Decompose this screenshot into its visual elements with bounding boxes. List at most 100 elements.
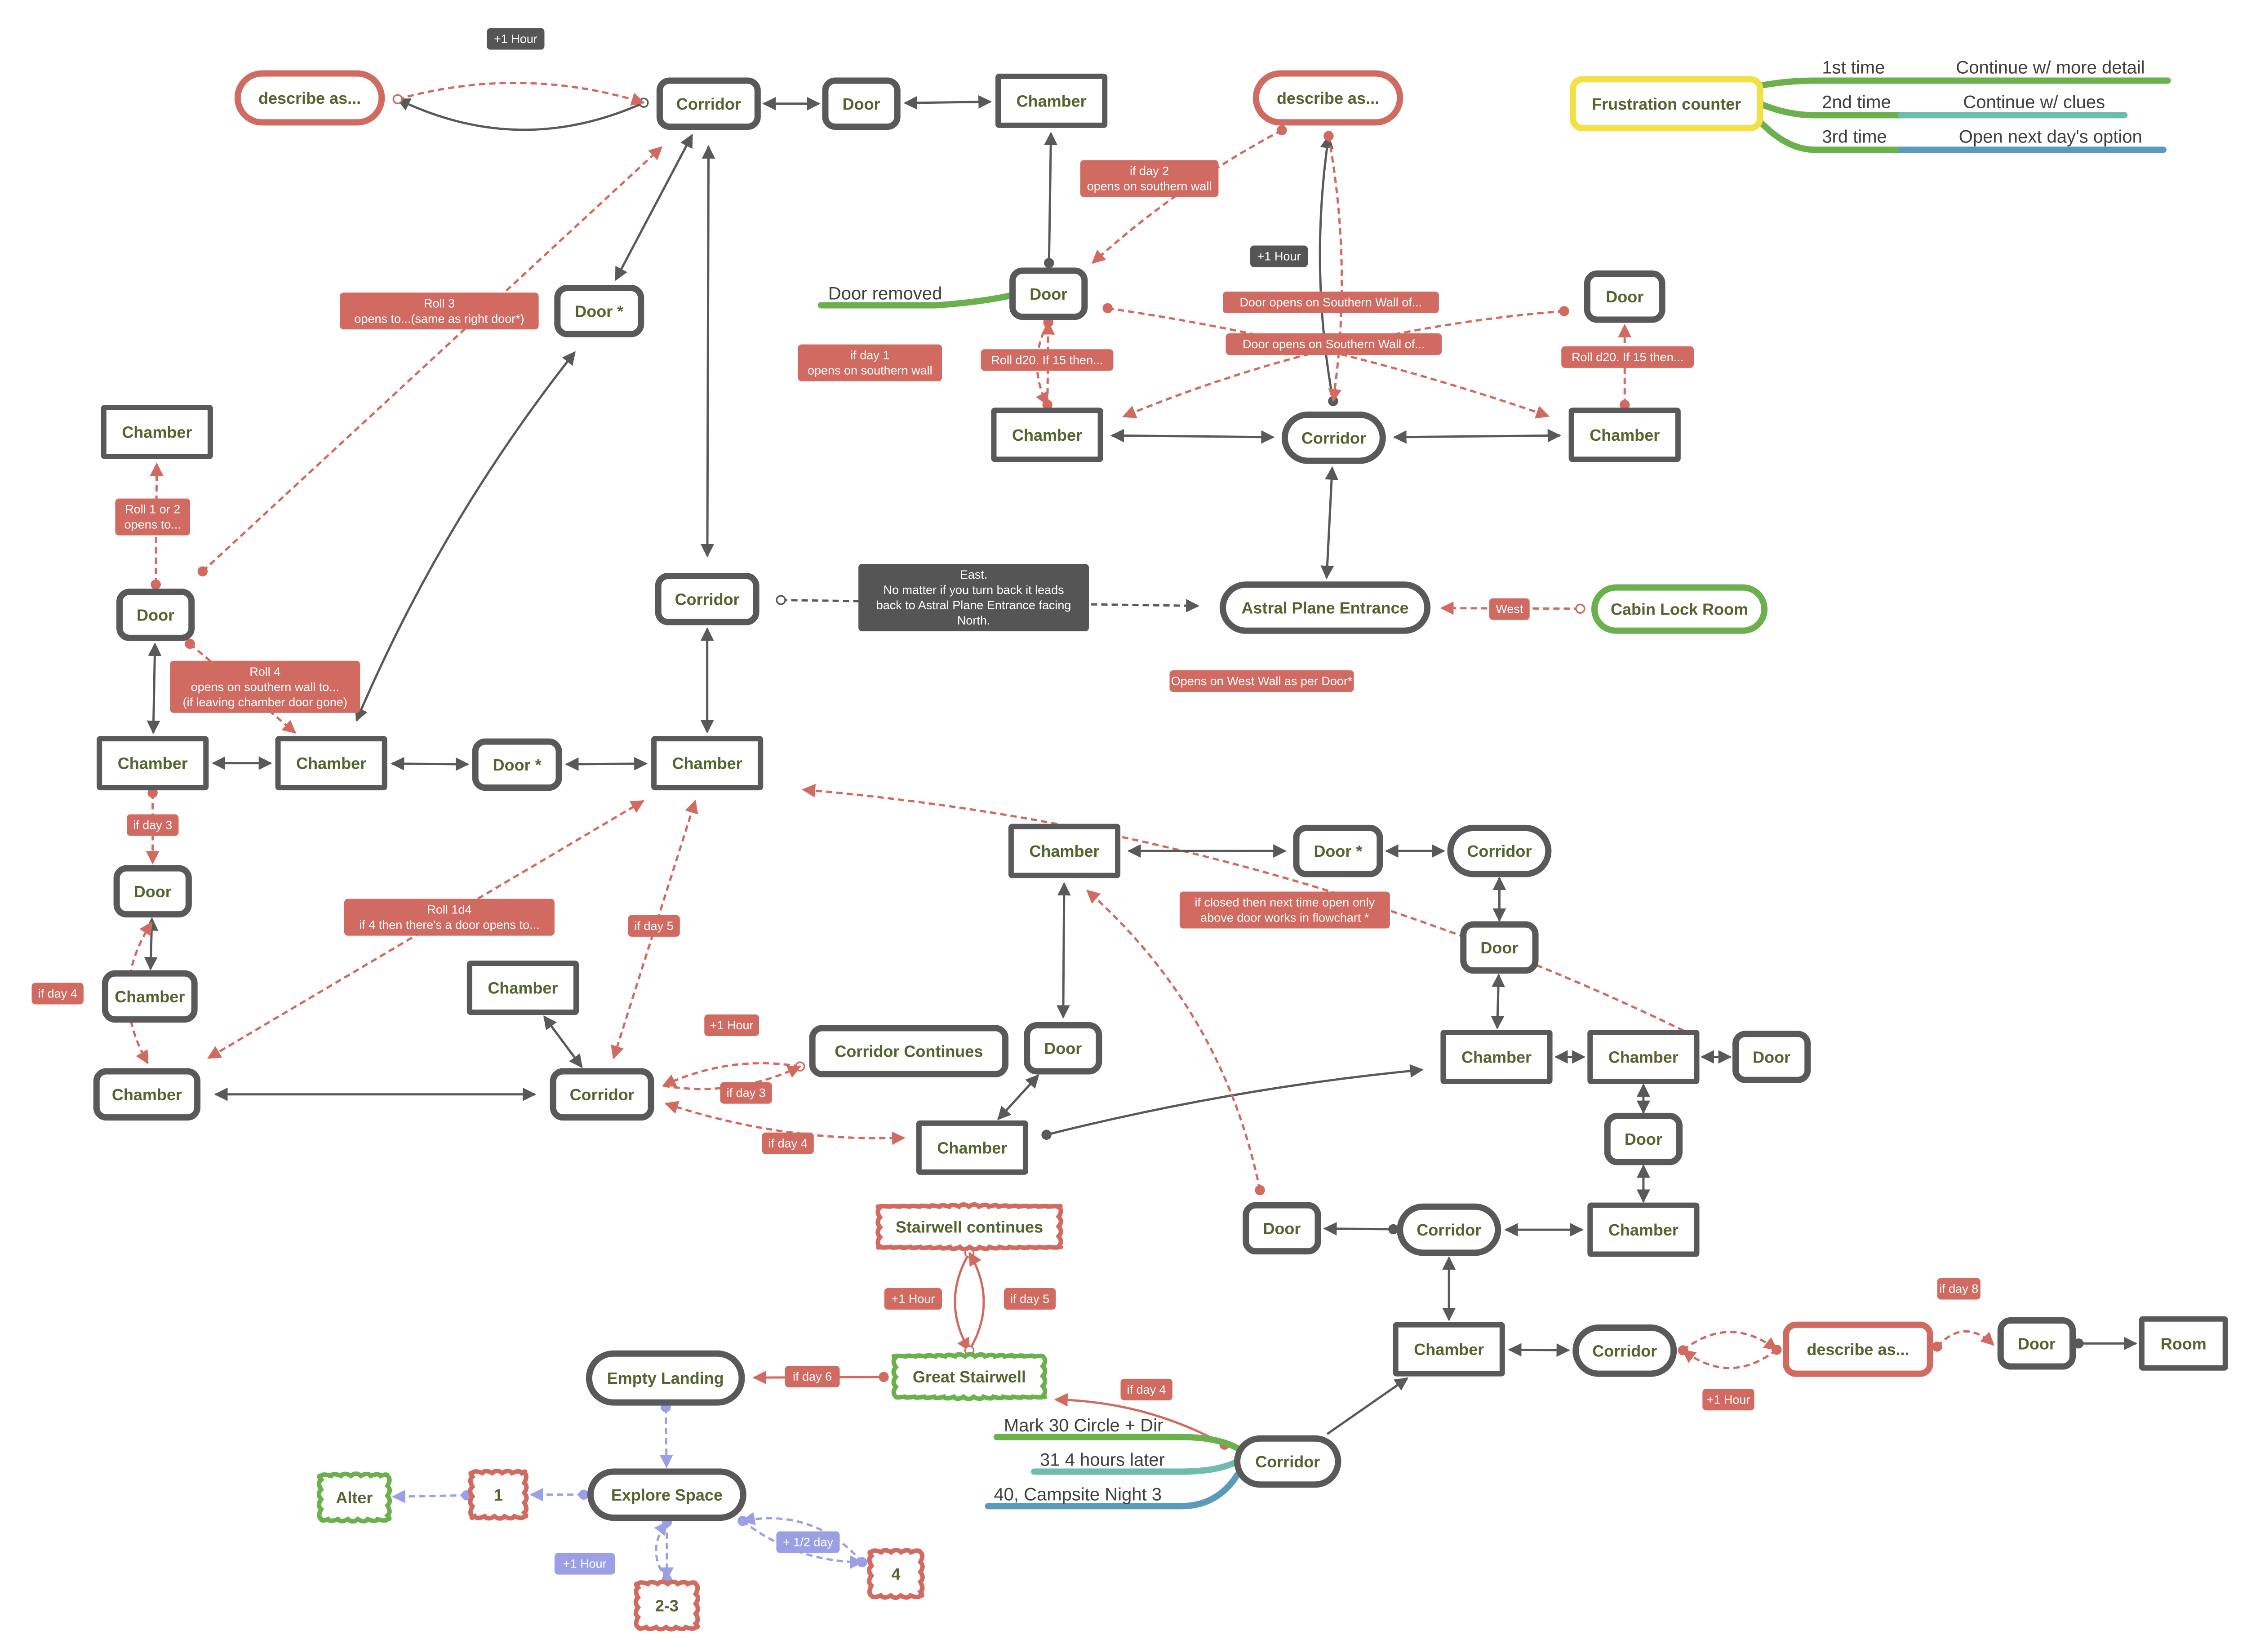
connector-edge xyxy=(1393,429,1561,444)
node-corridor-mid-top[interactable]: Corridor xyxy=(1281,412,1386,464)
connector-edge xyxy=(147,642,162,734)
label-text: if day 5 xyxy=(635,919,674,933)
node-frustration-counter[interactable]: Frustration counter xyxy=(1569,76,1763,132)
label-text: +1 Hour xyxy=(494,32,537,46)
node-label: Chamber xyxy=(1608,1048,1679,1066)
label-text: +1 Hour xyxy=(1707,1393,1750,1406)
node-corridor-lower-right[interactable]: Corridor xyxy=(1397,1203,1501,1256)
node-chamber-bottom[interactable]: Chamber xyxy=(1393,1322,1505,1377)
connector-edge xyxy=(964,1252,985,1356)
node-alter[interactable]: Alter xyxy=(316,1471,392,1524)
node-chamber-e2[interactable]: Chamber xyxy=(1587,1029,1700,1084)
node-door-left-2[interactable]: Door xyxy=(113,865,192,918)
node-door-left[interactable]: Door xyxy=(116,589,195,641)
node-astral-plane-entrance[interactable]: Astral Plane Entrance xyxy=(1220,581,1431,634)
node-label: Door xyxy=(2018,1334,2056,1353)
node-corridor-c[interactable]: Corridor xyxy=(1447,824,1552,877)
connector-edge xyxy=(1678,1331,1778,1355)
node-two-three[interactable]: 2-3 xyxy=(633,1579,700,1632)
edge-label-plus1-top: +1 Hour xyxy=(487,28,545,50)
node-door-star-top[interactable]: Door * xyxy=(554,285,644,337)
node-door-mid[interactable]: Door xyxy=(1009,267,1088,320)
node-label: Door xyxy=(134,882,172,901)
node-label: Door xyxy=(1030,285,1067,303)
node-cabin-lock-room[interactable]: Cabin Lock Room xyxy=(1591,584,1768,634)
node-label: Chamber xyxy=(1461,1048,1532,1066)
node-door-star-c[interactable]: Door * xyxy=(1293,824,1383,877)
node-describe-top-mid[interactable]: describe as... xyxy=(1252,70,1403,126)
node-door-c3[interactable]: Door xyxy=(1024,1022,1102,1075)
node-label: Door xyxy=(1606,288,1643,306)
node-chamber-left-top[interactable]: Chamber xyxy=(101,405,213,459)
connector-edge xyxy=(1320,466,1339,580)
node-label: Corridor Continues xyxy=(835,1042,983,1061)
connector-edge xyxy=(1323,131,1343,403)
node-chamber-right-top[interactable]: Chamber xyxy=(1568,407,1681,462)
node-describe-bottom[interactable]: describe as... xyxy=(1783,1321,1933,1377)
node-label: Stairwell continues xyxy=(896,1218,1043,1236)
node-door-top[interactable]: Door xyxy=(822,77,901,130)
node-chamber-lower[interactable]: Chamber xyxy=(916,1120,1028,1175)
node-label: Corridor xyxy=(1255,1453,1320,1471)
node-label: Corridor xyxy=(675,590,740,608)
edge-label-if-day6: if day 6 xyxy=(785,1365,840,1387)
node-four[interactable]: 4 xyxy=(867,1548,925,1600)
node-corridor-center[interactable]: Corridor xyxy=(655,573,759,625)
connector-edge xyxy=(396,97,649,131)
edge-label-if-day5-a: if day 5 xyxy=(628,915,680,937)
node-chamber-bottom-left[interactable]: Chamber xyxy=(93,1068,201,1121)
node-chamber-row-1[interactable]: Chamber xyxy=(97,736,209,791)
node-chamber-top[interactable]: Chamber xyxy=(995,73,1108,128)
node-label: Door xyxy=(1625,1130,1662,1148)
connector-edge xyxy=(391,1489,472,1503)
node-label: Frustration counter xyxy=(1592,95,1741,113)
connector-edge xyxy=(1122,306,1569,418)
node-door-right-top[interactable]: Door xyxy=(1584,270,1665,323)
node-door-e[interactable]: Door xyxy=(1732,1031,1811,1083)
label-text: +1 Hour xyxy=(1257,249,1301,263)
node-door-star-row[interactable]: Door * xyxy=(472,738,562,791)
edge-label-opens-west: Opens on West Wall as per Door* xyxy=(1169,670,1354,692)
node-describe-top-left[interactable]: describe as... xyxy=(234,70,385,126)
node-label: Door xyxy=(1480,939,1518,957)
node-chamber-float[interactable]: Chamber xyxy=(466,961,579,1015)
branch-when: 3rd time xyxy=(1822,127,1887,146)
node-label: Chamber xyxy=(1029,842,1099,860)
label-text: + 1/2 day xyxy=(783,1536,833,1549)
node-one[interactable]: 1 xyxy=(468,1468,529,1521)
node-great-stairwell[interactable]: Great Stairwell xyxy=(891,1352,1048,1401)
node-corridor-top[interactable]: Corridor xyxy=(656,77,761,130)
node-label: describe as... xyxy=(1807,1340,1909,1359)
node-empty-landing[interactable]: Empty Landing xyxy=(586,1350,745,1406)
node-door-bottom[interactable]: Door xyxy=(1997,1317,2076,1370)
node-label: Chamber xyxy=(115,988,185,1006)
node-corridor-bottom[interactable]: Corridor xyxy=(1572,1324,1677,1377)
node-corridor-lower[interactable]: Corridor xyxy=(550,1068,654,1121)
node-chamber-lower-right[interactable]: Chamber xyxy=(1587,1202,1700,1257)
connector-edge xyxy=(197,146,663,576)
edge-label-roll4: Roll 4 opens on southern wall to... (if le… xyxy=(170,660,360,713)
node-label: Door * xyxy=(493,756,542,774)
node-chamber-row-2[interactable]: Chamber xyxy=(275,736,387,791)
node-door-lower[interactable]: Door xyxy=(1243,1202,1321,1255)
edge-label-plus1-explore: +1 Hour xyxy=(554,1553,615,1575)
node-door-e2[interactable]: Door xyxy=(1604,1112,1683,1165)
node-corridor-continues[interactable]: Corridor Continues xyxy=(809,1025,1009,1077)
node-label: describe as... xyxy=(1277,89,1379,107)
node-room[interactable]: Room xyxy=(2139,1316,2228,1371)
node-chamber-c1[interactable]: Chamber xyxy=(1008,824,1121,878)
node-label: Chamber xyxy=(1590,426,1660,444)
node-chamber-row-3[interactable]: Chamber xyxy=(651,736,764,791)
node-stairwell-continues[interactable]: Stairwell continues xyxy=(875,1202,1063,1252)
label-text: if day 3 xyxy=(133,818,172,832)
node-chamber-e1[interactable]: Chamber xyxy=(1440,1029,1553,1084)
node-chamber-mid-top[interactable]: Chamber xyxy=(991,407,1103,462)
connector-edge xyxy=(659,1402,673,1469)
node-explore-space[interactable]: Explore Space xyxy=(587,1468,746,1521)
node-corridor-final[interactable]: Corridor xyxy=(1234,1435,1341,1488)
label-text: if day 3 xyxy=(727,1086,766,1100)
connector-edge xyxy=(1041,1064,1424,1140)
connector-edge xyxy=(1110,429,1275,444)
node-door-c2[interactable]: Door xyxy=(1460,921,1539,974)
node-chamber-left-round[interactable]: Chamber xyxy=(102,970,198,1023)
